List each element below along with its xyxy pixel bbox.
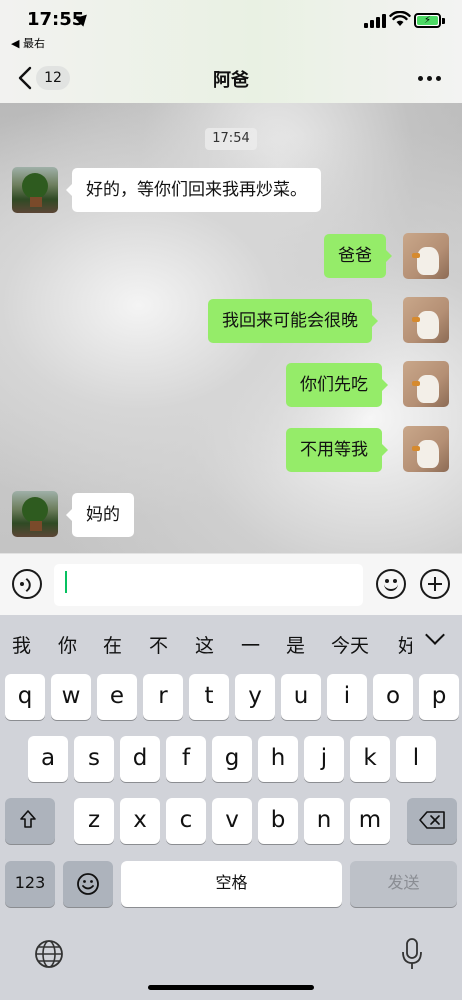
- contact-avatar[interactable]: [12, 167, 58, 213]
- chat-area[interactable]: 17:54 好的，等你们回来我再炒菜。 爸爸 我回来可能会很晚 你们先吃 不用等…: [0, 103, 462, 553]
- key[interactable]: s: [74, 736, 114, 782]
- key[interactable]: u: [281, 674, 321, 720]
- key[interactable]: q: [5, 674, 45, 720]
- message-bubble-outgoing[interactable]: 不用等我: [286, 428, 388, 472]
- emoji-key-icon: [77, 873, 99, 895]
- key[interactable]: h: [258, 736, 298, 782]
- message-bubble-outgoing[interactable]: 爸爸: [324, 234, 392, 278]
- key[interactable]: z: [74, 798, 114, 844]
- key[interactable]: y: [235, 674, 275, 720]
- top-bar: 17:55 ◀ 最右 ⚡ 12 阿爸: [0, 0, 462, 103]
- candidate-word[interactable]: 一: [241, 631, 260, 658]
- key[interactable]: f: [166, 736, 206, 782]
- key[interactable]: c: [166, 798, 206, 844]
- candidate-word[interactable]: 在: [103, 631, 122, 658]
- signal-icon: [364, 14, 386, 28]
- key[interactable]: a: [28, 736, 68, 782]
- key[interactable]: x: [120, 798, 160, 844]
- battery-tip: [442, 18, 445, 24]
- key[interactable]: p: [419, 674, 459, 720]
- space-key[interactable]: 空格: [121, 861, 342, 907]
- candidate-word[interactable]: 你: [58, 631, 77, 658]
- key[interactable]: n: [304, 798, 344, 844]
- wifi-icon: [389, 11, 411, 26]
- text-caret: [65, 571, 67, 593]
- mic-icon[interactable]: [401, 937, 423, 971]
- key[interactable]: j: [304, 736, 344, 782]
- globe-icon[interactable]: [34, 939, 64, 969]
- key[interactable]: v: [212, 798, 252, 844]
- delete-key[interactable]: [407, 798, 457, 844]
- emoji-key[interactable]: [63, 861, 113, 907]
- message-bubble-incoming[interactable]: 妈的: [66, 493, 134, 537]
- key[interactable]: t: [189, 674, 229, 720]
- candidate-word[interactable]: 不: [149, 631, 168, 658]
- candidate-word[interactable]: 我: [12, 631, 31, 658]
- chat-title: 阿爸: [213, 70, 249, 91]
- contact-avatar[interactable]: [12, 491, 58, 537]
- my-avatar[interactable]: [403, 297, 449, 343]
- candidate-word[interactable]: 好: [398, 631, 412, 658]
- key[interactable]: w: [51, 674, 91, 720]
- shift-key[interactable]: [5, 798, 55, 844]
- battery-charging-icon: ⚡: [414, 13, 441, 28]
- candidate-word[interactable]: 是: [286, 631, 305, 658]
- key[interactable]: o: [373, 674, 413, 720]
- message-timestamp: 17:54: [205, 128, 257, 150]
- message-bubble-outgoing[interactable]: 我回来可能会很晚: [208, 299, 378, 343]
- input-bar: [0, 553, 462, 615]
- message-bubble-outgoing[interactable]: 你们先吃: [286, 363, 388, 407]
- emoji-icon[interactable]: [376, 569, 406, 599]
- back-to-app[interactable]: ◀ 最右: [11, 35, 45, 51]
- numbers-key[interactable]: 123: [5, 861, 55, 907]
- key[interactable]: d: [120, 736, 160, 782]
- my-avatar[interactable]: [403, 426, 449, 472]
- key[interactable]: b: [258, 798, 298, 844]
- home-indicator[interactable]: [148, 985, 314, 990]
- key[interactable]: i: [327, 674, 367, 720]
- plus-icon[interactable]: [420, 569, 450, 599]
- my-avatar[interactable]: [403, 361, 449, 407]
- key[interactable]: l: [396, 736, 436, 782]
- send-key[interactable]: 发送: [350, 861, 457, 907]
- candidate-word[interactable]: 这: [195, 631, 214, 658]
- candidate-bar: 我 你 在 不 这 一 是 今天 好: [0, 615, 462, 670]
- key[interactable]: r: [143, 674, 183, 720]
- key[interactable]: m: [350, 798, 390, 844]
- key[interactable]: k: [350, 736, 390, 782]
- more-dots-icon[interactable]: [418, 70, 444, 86]
- voice-icon[interactable]: [12, 569, 42, 599]
- candidate-word[interactable]: 今天: [331, 631, 369, 658]
- message-bubble-incoming[interactable]: 好的，等你们回来我再炒菜。: [66, 168, 321, 212]
- key[interactable]: g: [212, 736, 252, 782]
- delete-icon: [419, 811, 445, 829]
- shift-icon: [20, 810, 36, 828]
- message-input[interactable]: [54, 564, 363, 606]
- my-avatar[interactable]: [403, 233, 449, 279]
- key[interactable]: e: [97, 674, 137, 720]
